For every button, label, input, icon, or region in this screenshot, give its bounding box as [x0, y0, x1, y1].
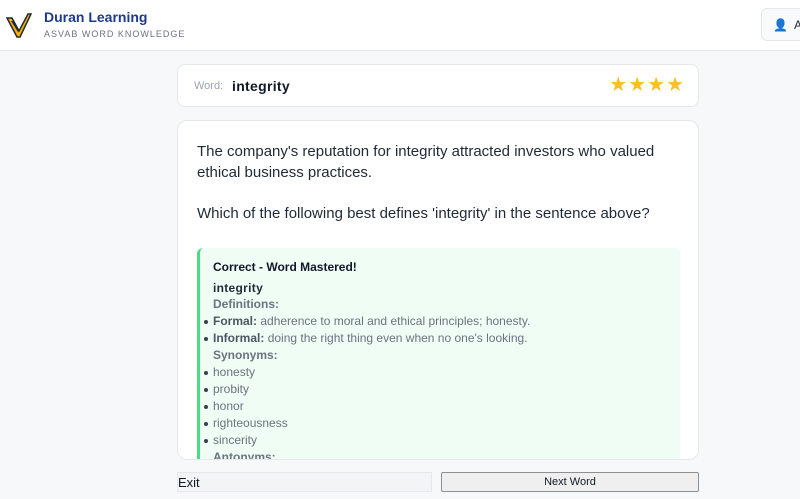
- list-item: honor: [204, 398, 680, 415]
- user-menu-label: A: [793, 17, 800, 32]
- star-icon: ★: [628, 74, 647, 96]
- word-card: Word: integrity ★ ★ ★ ★: [177, 64, 699, 107]
- question-prompt: Which of the following best defines 'int…: [197, 205, 650, 222]
- question-card: The company's reputation for integrity a…: [177, 120, 699, 460]
- word-label: Word:: [194, 80, 224, 92]
- feedback-title: Correct - Word Mastered!: [213, 260, 357, 274]
- list-item: sincerity: [204, 432, 680, 449]
- definition-text: adherence to moral and ethical principle…: [260, 314, 531, 328]
- star-icon: ★: [647, 74, 666, 96]
- user-icon: 👤: [773, 17, 788, 32]
- feedback-panel: Correct - Word Mastered! integrity Defin…: [197, 248, 680, 460]
- user-menu-button[interactable]: 👤 A: [761, 8, 800, 41]
- next-word-button[interactable]: Next Word: [441, 472, 699, 492]
- synonyms-list: honesty probity honor righteousness sinc…: [204, 364, 680, 449]
- app-subtitle: ASVAB WORD KNOWLEDGE: [44, 29, 186, 39]
- list-item: probity: [204, 381, 680, 398]
- star-icon: ★: [609, 74, 628, 96]
- definitions-heading: Definitions:: [213, 297, 279, 311]
- list-item: Formal: adherence to moral and ethical p…: [204, 313, 680, 330]
- current-word: integrity: [232, 78, 290, 94]
- feedback-word: integrity: [213, 281, 264, 295]
- antonyms-heading: Antonyms:: [213, 450, 276, 460]
- app-header: Duran Learning ASVAB WORD KNOWLEDGE 👤 A: [0, 0, 800, 51]
- definitions-list: Formal: adherence to moral and ethical p…: [204, 313, 680, 347]
- exit-button[interactable]: Exit: [177, 472, 432, 492]
- checkmark-logo-icon: [6, 13, 32, 38]
- mastery-stars: ★ ★ ★ ★: [609, 74, 684, 96]
- list-item: Informal: doing the right thing even whe…: [204, 330, 680, 347]
- synonyms-heading: Synonyms:: [213, 348, 278, 362]
- definition-text: doing the right thing even when no one's…: [267, 331, 528, 345]
- example-sentence: The company's reputation for integrity a…: [197, 143, 655, 181]
- list-item: righteousness: [204, 415, 680, 432]
- list-item: honesty: [204, 364, 680, 381]
- definition-kind: Informal:: [213, 331, 265, 345]
- star-icon: ★: [666, 74, 684, 96]
- app-title: Duran Learning: [44, 9, 148, 25]
- definition-kind: Formal:: [213, 314, 258, 328]
